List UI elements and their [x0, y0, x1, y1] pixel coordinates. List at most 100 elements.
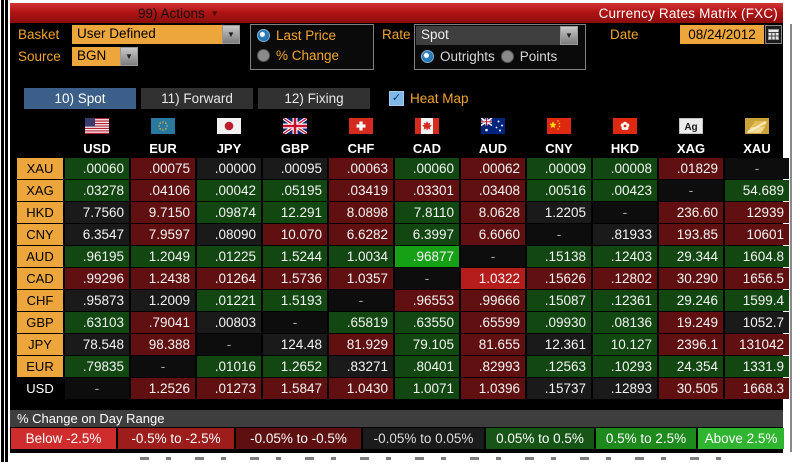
matrix-cell-cad-xag[interactable]: 30.290 [659, 268, 723, 289]
matrix-cell-aud-gbp[interactable]: 1.5244 [263, 246, 327, 267]
matrix-cell-cny-eur[interactable]: 7.9597 [131, 224, 195, 245]
matrix-cell-hkd-cny[interactable]: 1.2205 [527, 202, 591, 223]
matrix-cell-xag-cad[interactable]: .03301 [395, 180, 459, 201]
matrix-cell-usd-jpy[interactable]: .01273 [197, 378, 261, 399]
matrix-cell-usd-cny[interactable]: .15737 [527, 378, 591, 399]
matrix-cell-jpy-chf[interactable]: 81.929 [329, 334, 393, 355]
matrix-cell-aud-xag[interactable]: 29.344 [659, 246, 723, 267]
row-header-xau[interactable]: XAU [17, 158, 63, 179]
matrix-cell-aud-xau[interactable]: 1604.8 [725, 246, 789, 267]
matrix-cell-usd-chf[interactable]: 1.0430 [329, 378, 393, 399]
row-header-gbp[interactable]: GBP [17, 312, 63, 333]
matrix-cell-xag-cny[interactable]: .00516 [527, 180, 591, 201]
column-header-cad[interactable]: CAD [395, 140, 459, 157]
calendar-icon[interactable] [765, 25, 782, 44]
matrix-cell-jpy-hkd[interactable]: 10.127 [593, 334, 657, 355]
matrix-cell-hkd-cad[interactable]: 7.8110 [395, 202, 459, 223]
matrix-cell-jpy-cad[interactable]: 79.105 [395, 334, 459, 355]
column-header-xau[interactable]: XAU [725, 140, 789, 157]
column-header-eur[interactable]: EUR [131, 140, 195, 157]
source-dropdown[interactable]: BGN ▼ [72, 47, 138, 66]
matrix-cell-aud-jpy[interactable]: .01225 [197, 246, 261, 267]
matrix-cell-usd-xau[interactable]: 1668.3 [725, 378, 789, 399]
matrix-cell-cny-aud[interactable]: 6.6060 [461, 224, 525, 245]
matrix-cell-xag-chf[interactable]: .03419 [329, 180, 393, 201]
matrix-cell-gbp-eur[interactable]: .79041 [131, 312, 195, 333]
matrix-cell-eur-gbp[interactable]: 1.2652 [263, 356, 327, 377]
matrix-cell-hkd-eur[interactable]: 9.7150 [131, 202, 195, 223]
chevron-down-icon[interactable]: ▼ [560, 26, 578, 45]
matrix-cell-aud-cny[interactable]: .15138 [527, 246, 591, 267]
matrix-cell-xau-cad[interactable]: .00060 [395, 158, 459, 179]
matrix-cell-xau-cny[interactable]: .00009 [527, 158, 591, 179]
matrix-cell-xag-hkd[interactable]: .00423 [593, 180, 657, 201]
matrix-cell-eur-aud[interactable]: .82993 [461, 356, 525, 377]
matrix-cell-usd-hkd[interactable]: .12893 [593, 378, 657, 399]
row-header-hkd[interactable]: HKD [17, 202, 63, 223]
matrix-cell-chf-hkd[interactable]: .12361 [593, 290, 657, 311]
heat-map-toggle[interactable]: ✓ Heat Map [389, 91, 469, 106]
matrix-cell-eur-cny[interactable]: .12563 [527, 356, 591, 377]
matrix-cell-gbp-chf[interactable]: .65819 [329, 312, 393, 333]
matrix-cell-chf-xag[interactable]: 29.246 [659, 290, 723, 311]
column-header-cny[interactable]: CNY [527, 140, 591, 157]
matrix-cell-gbp-xau[interactable]: 1052.7 [725, 312, 789, 333]
matrix-cell-hkd-xag[interactable]: 236.60 [659, 202, 723, 223]
matrix-cell-eur-xau[interactable]: 1331.9 [725, 356, 789, 377]
matrix-cell-xau-jpy[interactable]: .00000 [197, 158, 261, 179]
matrix-cell-eur-jpy[interactable]: .01016 [197, 356, 261, 377]
matrix-cell-xau-usd[interactable]: .00060 [65, 158, 129, 179]
matrix-cell-gbp-cad[interactable]: .63550 [395, 312, 459, 333]
matrix-cell-aud-cad[interactable]: .96877 [395, 246, 459, 267]
matrix-cell-chf-xau[interactable]: 1599.4 [725, 290, 789, 311]
matrix-cell-usd-xag[interactable]: 30.505 [659, 378, 723, 399]
matrix-cell-cny-usd[interactable]: 6.3547 [65, 224, 129, 245]
date-input[interactable]: 08/24/2012 [680, 25, 764, 44]
row-header-xag[interactable]: XAG [17, 180, 63, 201]
radio-last-price[interactable]: Last Price [251, 25, 373, 45]
matrix-cell-eur-cad[interactable]: .80401 [395, 356, 459, 377]
chevron-down-icon[interactable]: ▼ [222, 25, 240, 44]
matrix-cell-aud-hkd[interactable]: .12403 [593, 246, 657, 267]
column-header-hkd[interactable]: HKD [593, 140, 657, 157]
matrix-cell-cny-cad[interactable]: 6.3997 [395, 224, 459, 245]
matrix-cell-usd-cad[interactable]: 1.0071 [395, 378, 459, 399]
column-header-aud[interactable]: AUD [461, 140, 525, 157]
matrix-cell-jpy-gbp[interactable]: 124.48 [263, 334, 327, 355]
matrix-cell-xag-xau[interactable]: 54.689 [725, 180, 789, 201]
matrix-cell-cad-gbp[interactable]: 1.5736 [263, 268, 327, 289]
matrix-cell-chf-usd[interactable]: .95873 [65, 290, 129, 311]
matrix-cell-usd-aud[interactable]: 1.0396 [461, 378, 525, 399]
column-header-chf[interactable]: CHF [329, 140, 393, 157]
matrix-cell-chf-gbp[interactable]: 1.5193 [263, 290, 327, 311]
matrix-cell-cny-xag[interactable]: 193.85 [659, 224, 723, 245]
row-header-eur[interactable]: EUR [17, 356, 63, 377]
matrix-cell-cad-cny[interactable]: .15626 [527, 268, 591, 289]
matrix-cell-aud-usd[interactable]: .96195 [65, 246, 129, 267]
row-header-cad[interactable]: CAD [17, 268, 63, 289]
matrix-cell-cad-usd[interactable]: .99296 [65, 268, 129, 289]
matrix-cell-jpy-usd[interactable]: 78.548 [65, 334, 129, 355]
matrix-cell-xag-eur[interactable]: .04106 [131, 180, 195, 201]
matrix-cell-gbp-jpy[interactable]: .00803 [197, 312, 261, 333]
chevron-down-icon[interactable]: ▼ [120, 47, 138, 66]
matrix-cell-hkd-gbp[interactable]: 12.291 [263, 202, 327, 223]
matrix-cell-cad-xau[interactable]: 1656.5 [725, 268, 789, 289]
matrix-cell-gbp-xag[interactable]: 19.249 [659, 312, 723, 333]
matrix-cell-jpy-aud[interactable]: 81.655 [461, 334, 525, 355]
column-header-xag[interactable]: XAG [659, 140, 723, 157]
matrix-cell-hkd-chf[interactable]: 8.0898 [329, 202, 393, 223]
matrix-cell-chf-aud[interactable]: .99666 [461, 290, 525, 311]
column-header-jpy[interactable]: JPY [197, 140, 261, 157]
matrix-cell-xau-eur[interactable]: .00075 [131, 158, 195, 179]
tab-forward[interactable]: 11) Forward [141, 88, 253, 109]
matrix-cell-chf-jpy[interactable]: .01221 [197, 290, 261, 311]
matrix-cell-xag-gbp[interactable]: .05195 [263, 180, 327, 201]
matrix-cell-hkd-aud[interactable]: 8.0628 [461, 202, 525, 223]
tab-spot[interactable]: 10) Spot [24, 88, 136, 109]
matrix-cell-eur-xag[interactable]: 24.354 [659, 356, 723, 377]
row-header-jpy[interactable]: JPY [17, 334, 63, 355]
row-header-cny[interactable]: CNY [17, 224, 63, 245]
matrix-cell-jpy-eur[interactable]: 98.388 [131, 334, 195, 355]
basket-dropdown[interactable]: User Defined ▼ [72, 25, 240, 44]
